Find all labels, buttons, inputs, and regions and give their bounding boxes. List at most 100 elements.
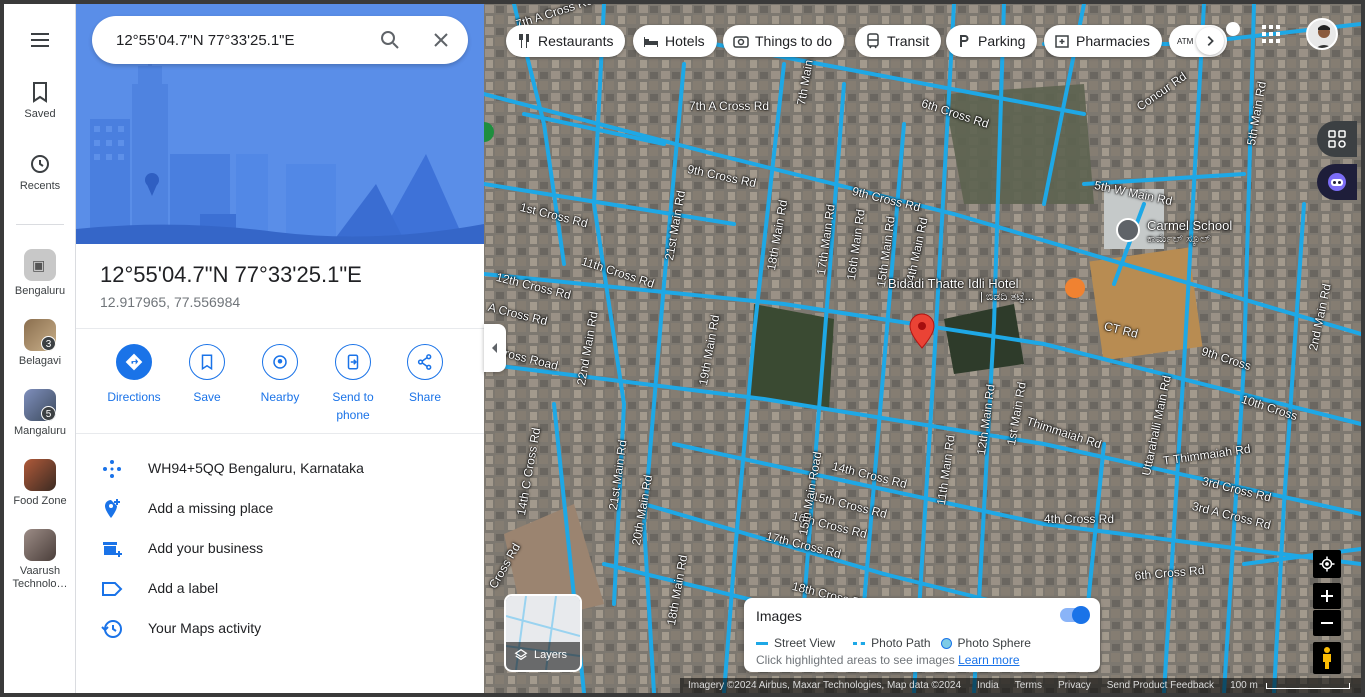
school-poi-marker[interactable] — [1116, 218, 1140, 242]
restaurant-icon — [519, 34, 529, 48]
place-panel: 12°55'04.7"N 77°33'25.1"E 12.917965, 77.… — [76, 4, 484, 693]
layers-button[interactable]: Layers — [504, 594, 582, 672]
send-to-phone-button[interactable]: Send to phone — [317, 344, 389, 424]
chip-transit[interactable]: Transit — [855, 25, 942, 57]
clear-search-button[interactable] — [429, 28, 453, 52]
camera-icon — [733, 36, 749, 48]
directions-button[interactable]: Directions — [98, 344, 170, 406]
saved-label: Saved — [24, 108, 56, 120]
chip-restaurants[interactable]: Restaurants — [506, 25, 626, 57]
share-icon — [417, 354, 432, 370]
recent-item[interactable]: Vaarush Technolo… — [4, 529, 76, 591]
street-view-toggle[interactable] — [1060, 606, 1090, 624]
layers-label: Layers — [534, 649, 568, 661]
recent-thumbnail: 5 — [24, 389, 56, 421]
recent-thumbnail: ▣ — [24, 249, 56, 281]
saved-button[interactable]: Saved — [4, 80, 76, 120]
place-local-label: | ಬಿಡದಿ ತಟ್ಟೆ... — [980, 291, 1034, 303]
chip-things-to-do[interactable]: Things to do — [723, 25, 845, 57]
add-missing-place-row[interactable]: Add a missing place — [76, 489, 484, 529]
chip-label: Hotels — [665, 33, 705, 49]
place-label[interactable]: Bidadi Thatte Idli Hotel — [888, 276, 1019, 291]
search-button[interactable] — [378, 28, 402, 52]
avatar[interactable] — [1306, 18, 1338, 50]
search-icon — [381, 31, 399, 49]
recents-button[interactable]: Recents — [4, 152, 76, 192]
parking-icon — [960, 35, 969, 47]
imagery-attribution: Imagery ©2024 Airbus, Maxar Technologies… — [688, 680, 962, 691]
menu-button[interactable] — [4, 28, 76, 52]
chip-label: ATM — [1177, 36, 1194, 46]
transit-station-marker[interactable] — [1226, 22, 1240, 36]
share-label: Share — [408, 390, 442, 404]
plus-icon — [1321, 590, 1333, 602]
feedback-link[interactable]: Send Product Feedback — [1107, 680, 1214, 691]
privacy-link[interactable]: Privacy — [1058, 680, 1091, 691]
zoom-in-button[interactable] — [1313, 583, 1341, 609]
recent-label: Food Zone — [13, 495, 67, 507]
country-link[interactable]: India — [977, 680, 999, 691]
add-label-row[interactable]: Add a label — [76, 569, 484, 609]
hero-illustration — [76, 4, 484, 244]
recent-item[interactable]: Food Zone — [4, 459, 76, 508]
scale-bar — [1265, 682, 1350, 689]
recent-thumbnail: 3 — [24, 319, 56, 351]
plus-code-row[interactable]: WH94+5QQ Bengaluru, Karnataka — [76, 449, 484, 489]
place-label[interactable]: Carmel School — [1147, 218, 1232, 233]
plus-code-text: WH94+5QQ Bengaluru, Karnataka — [148, 460, 364, 476]
legend-photo-sphere: Photo Sphere — [957, 636, 1031, 650]
zoom-out-button[interactable] — [1313, 610, 1341, 636]
chip-parking[interactable]: Parking — [946, 25, 1038, 57]
maps-activity-row[interactable]: Your Maps activity — [76, 609, 484, 649]
labs-button[interactable] — [1317, 121, 1357, 157]
chips-scroll-right-button[interactable] — [1196, 27, 1224, 55]
recent-item[interactable]: 5 Mangaluru — [4, 389, 76, 438]
recents-label: Recents — [19, 180, 61, 192]
recent-count-badge: 5 — [41, 406, 56, 421]
recent-thumbnail — [24, 459, 56, 491]
layers-icon — [514, 648, 528, 661]
pegman-button[interactable] — [1313, 642, 1341, 674]
extension-button[interactable] — [1317, 164, 1357, 200]
my-location-icon — [1319, 556, 1335, 572]
place-coordinates: 12.917965, 77.556984 — [100, 294, 241, 310]
recent-item[interactable]: ▣ Bengaluru — [4, 249, 76, 298]
chip-label: Pharmacies — [1076, 33, 1150, 49]
search-input[interactable] — [116, 28, 366, 52]
share-button[interactable]: Share — [389, 344, 461, 406]
history-icon — [31, 155, 49, 173]
hotel-icon — [644, 37, 658, 47]
road-label: 7th A Cross Rd — [689, 99, 770, 113]
learn-more-link[interactable]: Learn more — [958, 653, 1019, 667]
legend-street-view: Street View — [774, 636, 836, 650]
directions-label: Directions — [107, 390, 161, 404]
recent-item[interactable]: 3 Belagavi — [4, 319, 76, 368]
chip-hotels[interactable]: Hotels — [633, 25, 717, 57]
directions-icon — [125, 353, 143, 371]
add-business-row[interactable]: Add your business — [76, 529, 484, 569]
transit-icon — [867, 33, 879, 49]
photo-sphere-swatch — [940, 637, 952, 649]
map-canvas[interactable]: 7th A Cross Rd 7th A Cross Rd 7th Main R… — [484, 4, 1361, 693]
robot-icon — [1328, 173, 1346, 191]
apps-button[interactable] — [1259, 22, 1283, 46]
restaurant-poi-marker[interactable] — [1065, 278, 1085, 298]
photo-path-swatch — [853, 641, 866, 645]
left-rail: Saved Recents ▣ Bengaluru 3 Belagavi 5 M… — [4, 4, 76, 693]
divider — [76, 433, 484, 434]
road-label: 4th Cross Rd — [1044, 512, 1115, 526]
collapse-panel-button[interactable] — [484, 324, 506, 372]
recent-count-badge: 3 — [41, 336, 56, 351]
chip-pharmacies[interactable]: Pharmacies — [1044, 25, 1162, 57]
nearby-button[interactable]: Nearby — [244, 344, 316, 406]
bookmark-icon — [201, 354, 213, 371]
label-icon — [102, 582, 123, 596]
my-location-button[interactable] — [1313, 550, 1341, 578]
terms-link[interactable]: Terms — [1015, 680, 1042, 691]
history-icon — [101, 620, 122, 638]
save-button[interactable]: Save — [171, 344, 243, 406]
labs-grid-icon — [1328, 130, 1346, 148]
scale-label[interactable]: 100 m — [1230, 680, 1258, 691]
images-title: Images — [756, 608, 802, 624]
bookmark-icon — [33, 82, 47, 103]
